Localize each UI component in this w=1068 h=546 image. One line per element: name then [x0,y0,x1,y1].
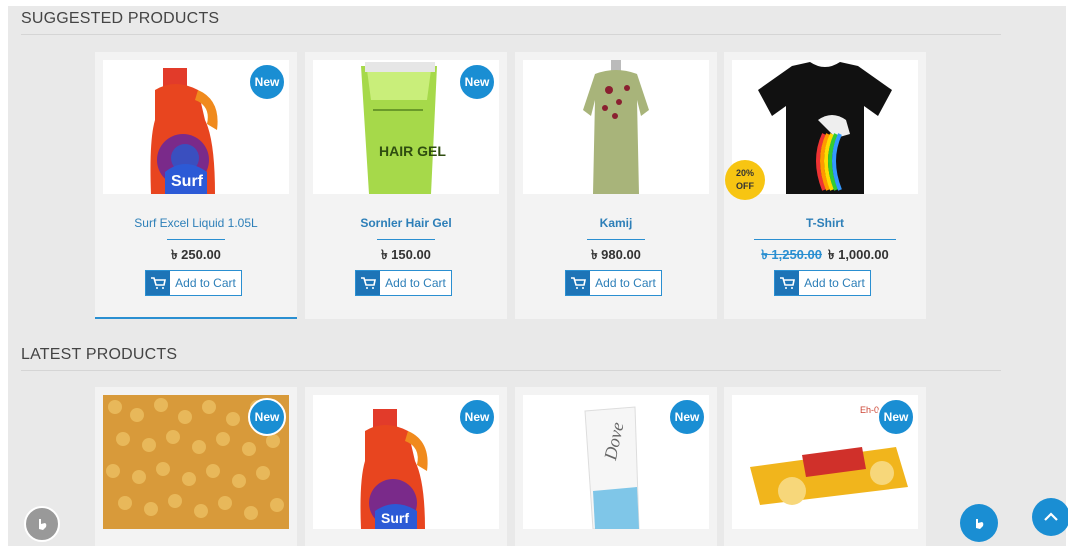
add-to-cart-button[interactable]: Add to Cart [355,270,452,296]
product-price: ৳ 250.00 [171,247,221,262]
hand-icon [976,519,984,529]
product-image[interactable]: Surf New [103,60,289,194]
hand-icon [39,519,47,530]
product-image[interactable] [523,60,709,194]
product-image[interactable]: Eh-0 New [732,395,918,529]
cart-icon [775,271,799,295]
svg-text:Surf: Surf [381,510,409,526]
chat-button[interactable] [24,506,60,542]
add-to-cart-button[interactable]: Add to Cart [774,270,871,296]
name-underline [587,239,645,240]
product-image[interactable]: HAIR GEL New [313,60,499,194]
svg-text:HAIR GEL: HAIR GEL [379,143,446,159]
new-badge: New [877,398,915,436]
add-to-cart-button[interactable]: Add to Cart [565,270,662,296]
current-price: ৳ 1,000.00 [828,247,889,262]
new-badge: New [458,63,496,101]
page-container: SUGGESTED PRODUCTS Surf New Surf Excel L… [8,6,1068,546]
svg-text:Surf: Surf [171,173,204,190]
product-image[interactable]: New [103,395,289,529]
cart-icon [566,271,590,295]
chevron-up-icon [1044,512,1058,521]
product-name[interactable]: T-Shirt [724,216,926,230]
product-name[interactable]: Surf Excel Liquid 1.05L [95,216,297,230]
old-price: ৳ 1,250.00 [761,247,822,262]
new-badge: New [668,398,706,436]
cart-icon [356,271,380,295]
add-to-cart-label: Add to Cart [175,276,236,290]
product-price: ৳ 150.00 [381,247,431,262]
product-card-surf-excel-latest[interactable]: Surf New [305,387,507,546]
dress-image [583,60,649,194]
product-card-snack[interactable]: Eh-0 New [724,387,926,546]
product-card-hair-gel[interactable]: HAIR GEL New Sornler Hair Gel ৳ 150.00 A… [305,52,507,319]
product-card-dove[interactable]: Dove New [515,387,717,546]
product-card-lentils[interactable]: New [95,387,297,546]
suggested-products-title: SUGGESTED PRODUCTS [21,10,1001,35]
name-underline [167,239,225,240]
add-to-cart-label: Add to Cart [385,276,446,290]
add-to-cart-label: Add to Cart [595,276,656,290]
cart-icon [146,271,170,295]
product-price: ৳ 1,250.00 ৳ 1,000.00 [724,246,926,267]
new-badge: New [248,63,286,101]
product-name[interactable]: Sornler Hair Gel [305,216,507,230]
product-name[interactable]: Kamij [515,216,717,230]
name-underline [377,239,435,240]
scroll-to-top-button[interactable] [1032,498,1068,536]
discount-badge: 20% OFF [725,160,765,200]
product-card-surf-excel[interactable]: Surf New Surf Excel Liquid 1.05L ৳ 250.0… [95,52,297,319]
product-price: ৳ 980.00 [591,247,641,262]
new-badge: New [248,398,286,436]
product-card-kamij[interactable]: Kamij ৳ 980.00 Add to Cart [515,52,717,319]
product-image[interactable]: Surf New [313,395,499,529]
new-badge: New [458,398,496,436]
add-to-cart-label: Add to Cart [804,276,865,290]
name-underline [754,239,896,240]
product-card-tshirt[interactable]: 20% OFF T-Shirt ৳ 1,250.00 ৳ 1,000.00 Add… [724,52,926,319]
product-image[interactable]: Dove New [523,395,709,529]
svg-text:Eh-0: Eh-0 [860,405,879,415]
help-button[interactable] [960,504,998,542]
latest-products-title: LATEST PRODUCTS [21,346,1001,371]
add-to-cart-button[interactable]: Add to Cart [145,270,242,296]
